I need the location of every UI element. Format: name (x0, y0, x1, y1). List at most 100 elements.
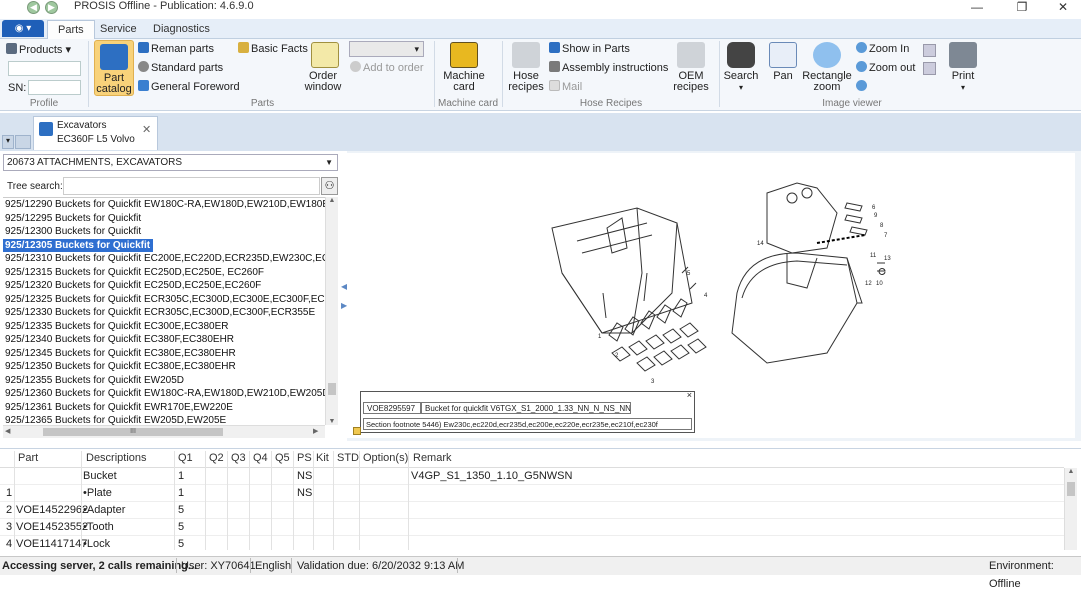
section-select[interactable]: 20673 ATTACHMENTS, EXCAVATORS ▼ (3, 154, 338, 171)
app-menu-button[interactable]: ◉ ▾ (2, 20, 44, 37)
forward-icon[interactable]: ▶ (45, 1, 58, 14)
tree-item[interactable]: 925/12335 Buckets for Quickfit EC300E,EC… (3, 320, 325, 334)
section-select-value: 20673 ATTACHMENTS, EXCAVATORS (7, 157, 183, 168)
scroll-left-icon[interactable]: ◀ (5, 427, 10, 435)
col-header-remark[interactable]: Remark (413, 450, 452, 467)
tree-item[interactable]: 925/12345 Buckets for Quickfit EC380E,EC… (3, 347, 325, 361)
popup-close-icon[interactable]: × (687, 390, 692, 400)
back-icon[interactable]: ◀ (27, 1, 40, 14)
diagram-label-2: 2 (615, 353, 619, 359)
col-header-q1[interactable]: Q1 (178, 450, 193, 467)
hscroll-thumb[interactable]: III (43, 428, 223, 436)
tree-item[interactable]: 925/12295 Buckets for Quickfit (3, 212, 325, 226)
col-header-q3[interactable]: Q3 (231, 450, 246, 467)
oem-recipes-button[interactable]: OEM recipes (670, 42, 712, 93)
tree-item[interactable]: 925/12330 Buckets for Quickfit ECR305C,E… (3, 306, 325, 320)
note-marker-icon[interactable] (353, 427, 361, 435)
binoculars-search-icon[interactable]: ⚇ (321, 177, 338, 195)
scroll-up-icon[interactable]: ▲ (326, 197, 338, 204)
zoom-out-button[interactable]: Zoom out (856, 60, 915, 77)
table-row[interactable]: 1 •Plate 1 NS (0, 485, 1064, 502)
tree-item[interactable]: 925/12365 Buckets for Quickfit EW205D,EW… (3, 414, 325, 425)
pan-button[interactable]: Pan (767, 42, 799, 82)
grid-vertical-scrollbar[interactable]: ▲ (1064, 468, 1077, 550)
sn-label: SN: (8, 82, 27, 94)
rectangle-zoom-button[interactable]: Rectangle zoom (801, 42, 853, 93)
col-header-q5[interactable]: Q5 (275, 450, 290, 467)
machine-card-button[interactable]: Machine card (440, 42, 488, 93)
table-row[interactable]: 3 VOE14523552 •Tooth 5 (0, 519, 1064, 536)
tree-item[interactable]: 925/12340 Buckets for Quickfit EC380F,EC… (3, 333, 325, 347)
col-header-std[interactable]: STD (337, 450, 359, 467)
col-header-descriptions[interactable]: Descriptions (86, 450, 147, 467)
exploded-diagram[interactable]: 1 2 3 4 5 6 7 8 9 10 11 12 13 14 × VOE82… (347, 153, 1075, 438)
col-header-q4[interactable]: Q4 (253, 450, 268, 467)
tree-horizontal-scrollbar[interactable]: ◀ III ▶ (3, 425, 325, 438)
tree-item[interactable]: 925/12300 Buckets for Quickfit (3, 225, 325, 239)
standard-parts-button[interactable]: Standard parts (138, 60, 223, 77)
col-header-q2[interactable]: Q2 (209, 450, 224, 467)
rectangle-zoom-icon (813, 42, 841, 68)
general-foreword-button[interactable]: General Foreword (138, 79, 240, 96)
copy-icon[interactable] (923, 44, 936, 57)
basic-facts-button[interactable]: Basic Facts (238, 41, 308, 58)
zoom-in-button[interactable]: Zoom In (856, 41, 909, 58)
product-input[interactable] (8, 61, 81, 76)
part-catalog-button[interactable]: Part catalog (94, 40, 134, 96)
maximize-icon[interactable]: ❐ (1007, 0, 1037, 17)
pan-label: Pan (773, 70, 793, 82)
tree-vertical-scrollbar[interactable]: ▲ ▼ (325, 197, 338, 425)
col-header-options[interactable]: Option(s) (363, 450, 408, 467)
doc-dropdown-icon[interactable]: ▾ (2, 135, 14, 149)
print-button[interactable]: Print ▾ (945, 42, 981, 93)
tree-item[interactable]: 925/12320 Buckets for Quickfit EC250D,EC… (3, 279, 325, 293)
tree-item[interactable]: 925/12355 Buckets for Quickfit EW205D (3, 374, 325, 388)
col-header-ps[interactable]: PS (297, 450, 312, 467)
printer-small-icon[interactable] (923, 62, 936, 75)
scroll-down-icon[interactable]: ▼ (326, 418, 338, 425)
doc-tab-line2: EC360F L5 Volvo (57, 134, 135, 145)
show-in-parts-button[interactable]: Show in Parts (549, 41, 630, 58)
tab-service[interactable]: Service (90, 20, 147, 39)
order-select[interactable]: ▾ (349, 41, 424, 57)
assembly-instructions-button[interactable]: Assembly instructions (549, 60, 668, 77)
grid-scroll-thumb[interactable] (1067, 482, 1075, 496)
tree-search-input[interactable] (63, 177, 320, 195)
tab-parts[interactable]: Parts (47, 20, 95, 39)
products-dropdown[interactable]: Products ▾ (6, 42, 71, 59)
grid-scroll-up-icon[interactable]: ▲ (1065, 468, 1077, 475)
divider (88, 41, 89, 107)
tree-item[interactable]: 925/12325 Buckets for Quickfit ECR305C,E… (3, 293, 325, 307)
cell-part: VOE11417147 (16, 538, 88, 550)
sn-input[interactable] (28, 80, 81, 95)
table-row[interactable]: 2 VOE14522962 •Adapter 5 (0, 502, 1064, 519)
zoom-fit-button[interactable] (856, 79, 869, 96)
table-row[interactable]: Bucket 1 NS V4GP_S1_1350_1.10_G5NWSN (0, 468, 1064, 485)
table-row[interactable]: 4 VOE11417147 •Lock 5 (0, 536, 1064, 550)
scroll-right-icon[interactable]: ▶ (313, 427, 318, 435)
tree-item[interactable]: 925/12360 Buckets for Quickfit EW180C-RA… (3, 387, 325, 401)
tree-item[interactable]: 925/12305 Buckets for Quickfit (3, 238, 154, 252)
hose-recipes-button[interactable]: Hose recipes (506, 42, 546, 93)
reman-parts-button[interactable]: Reman parts (138, 41, 214, 58)
mail-button[interactable]: Mail (549, 79, 582, 96)
zoom-out-label: Zoom out (869, 62, 916, 74)
diagram-label-7: 7 (884, 233, 888, 239)
add-to-order-button[interactable]: Add to order (350, 60, 424, 77)
col-header-part[interactable]: Part (18, 450, 38, 467)
close-icon[interactable]: ✕ (1048, 0, 1078, 17)
close-tab-icon[interactable]: ✕ (142, 123, 151, 136)
tree-item[interactable]: 925/12315 Buckets for Quickfit EC250D,EC… (3, 266, 325, 280)
tab-diagnostics[interactable]: Diagnostics (143, 20, 220, 39)
scroll-thumb[interactable] (328, 383, 336, 395)
tree-item[interactable]: 925/12361 Buckets for Quickfit EWR170E,E… (3, 401, 325, 415)
minimize-icon[interactable]: — (962, 0, 992, 17)
doc-list-icon[interactable] (15, 135, 31, 149)
tree-item[interactable]: 925/12350 Buckets for Quickfit EC380E,EC… (3, 360, 325, 374)
document-tab-excavators[interactable]: Excavators EC360F L5 Volvo ✕ (33, 116, 158, 150)
tree-item[interactable]: 925/12310 Buckets for Quickfit EC200E,EC… (3, 252, 325, 266)
order-window-button[interactable]: Order window (305, 42, 345, 93)
tree-item[interactable]: 925/12290 Buckets for Quickfit EW180C-RA… (3, 198, 325, 212)
search-button[interactable]: Search ▾ (723, 42, 759, 93)
col-header-kit[interactable]: Kit (316, 450, 329, 467)
